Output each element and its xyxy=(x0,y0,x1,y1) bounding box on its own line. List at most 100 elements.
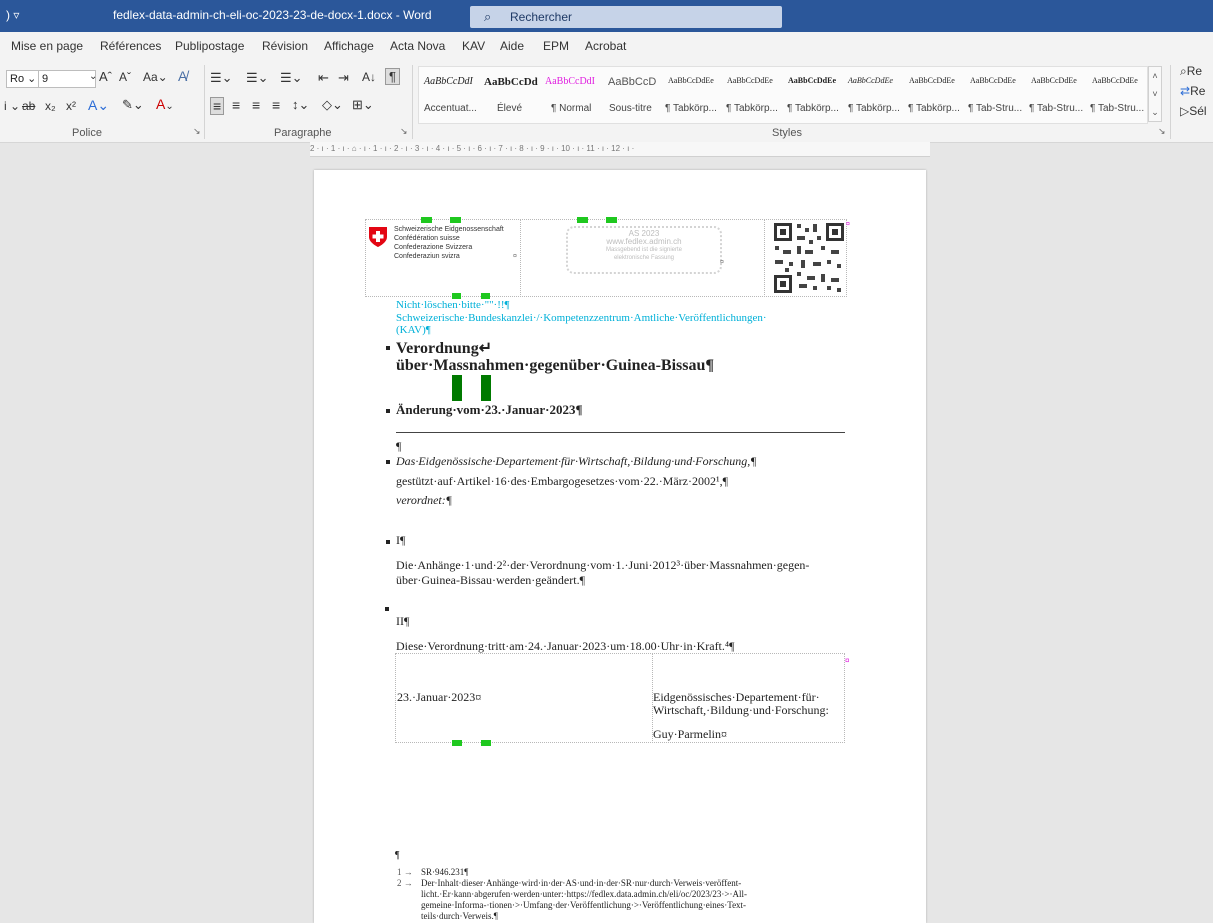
grow-font-icon[interactable]: Aˆ xyxy=(99,69,112,84)
empty-paragraph: ¶ xyxy=(395,850,400,861)
ribbon-separator xyxy=(204,65,205,139)
select-button[interactable]: ▷Sél xyxy=(1180,104,1207,118)
style-name[interactable]: ¶ Tabkörp... xyxy=(848,103,900,114)
horizontal-rule xyxy=(396,432,845,433)
style-name[interactable]: ¶ Tabkörp... xyxy=(908,103,960,114)
confed-name: Schweizerische Eidgenossenschaft xyxy=(394,226,504,233)
horizontal-ruler[interactable]: 2 · ı · 1 · ı · ⌂ · ı · 1 · ı · 2 · ı · … xyxy=(310,142,930,157)
styles-group-label: Styles xyxy=(772,127,802,139)
paragraph-dialog-launcher-icon[interactable]: ↘ xyxy=(400,126,408,137)
find-icon: ⌕ xyxy=(1180,64,1187,78)
italic-menu-icon[interactable]: i ⌄ xyxy=(4,99,20,113)
line-spacing-icon[interactable]: ↕⌄ xyxy=(292,97,309,113)
find-label: Re xyxy=(1186,64,1203,78)
footnote-text: Der·Inhalt·dieser·Anhänge·wird·in·der·AS… xyxy=(421,878,742,888)
style-name[interactable]: ¶ Tab-Stru... xyxy=(968,103,1022,114)
style-name[interactable]: ¶ Tabkörp... xyxy=(726,103,778,114)
menu-affichage[interactable]: Affichage xyxy=(324,39,374,53)
show-formatting-marks-icon[interactable]: ¶ xyxy=(385,68,400,85)
clear-format-icon[interactable]: A̸ xyxy=(178,68,187,84)
style-sample[interactable]: AaBbCcDdEe xyxy=(1031,76,1077,85)
justify-icon[interactable]: ≡ xyxy=(272,97,280,113)
style-sample[interactable]: AaBbCcDdEe xyxy=(848,76,893,85)
style-sample[interactable]: AaBbCcD xyxy=(608,76,656,88)
paragraph-mark-bullet xyxy=(386,460,390,464)
find-button[interactable]: ⌕Re xyxy=(1180,64,1202,79)
chevron-down-icon[interactable]: ⌄ xyxy=(89,71,97,82)
style-name[interactable]: ¶ Tab-Stru... xyxy=(1090,103,1144,114)
shrink-font-icon[interactable]: Aˇ xyxy=(119,70,131,84)
styles-scroll[interactable]: ˄ ˅ ⌄ xyxy=(1148,66,1162,122)
style-sample[interactable]: AaBbCcDdEe xyxy=(788,76,836,85)
ribbon-separator xyxy=(1170,65,1171,139)
style-sample[interactable]: AaBbCcDdI xyxy=(545,76,595,87)
empty-paragraph: ¶ xyxy=(396,439,402,453)
highlight-icon[interactable]: ✎⌄ xyxy=(122,97,144,113)
notice-line: Nicht·löschen·bitte·""·!!¶ xyxy=(396,299,510,311)
style-name[interactable]: ¶ Tabkörp... xyxy=(787,103,839,114)
menu-acrobat[interactable]: Acrobat xyxy=(585,39,626,53)
font-size-dropdown[interactable]: 9 xyxy=(38,70,96,88)
notice-line: (KAV)¶ xyxy=(396,324,431,336)
align-right-icon[interactable]: ≡ xyxy=(252,97,260,113)
font-dialog-launcher-icon[interactable]: ↘ xyxy=(193,126,201,137)
quick-access-toolbar[interactable]: ) ▿ xyxy=(6,8,19,22)
legal-basis: gestützt·auf·Artikel·16·des·Embargogeset… xyxy=(396,474,729,488)
menu-publipostage[interactable]: Publipostage xyxy=(175,39,244,53)
style-sample[interactable]: AaBbCcDdEe xyxy=(727,76,773,85)
document-title: fedlex-data-admin-ch-eli-oc-2023-23-de-d… xyxy=(113,8,432,22)
search-box[interactable]: ⌕ Rechercher xyxy=(470,6,782,28)
menu-aide[interactable]: Aide xyxy=(500,39,524,53)
styles-dialog-launcher-icon[interactable]: ↘ xyxy=(1158,126,1166,137)
sort-icon[interactable]: A↓ xyxy=(362,70,376,84)
style-sample[interactable]: AaBbCcDdEe xyxy=(1092,76,1138,85)
body-text: über·Guinea-Bissau·werden·geändert.¶ xyxy=(396,573,586,587)
menu-acta-nova[interactable]: Acta Nova xyxy=(390,39,445,53)
green-marker xyxy=(481,740,491,746)
style-sample[interactable]: AaBbCcDdEe xyxy=(909,76,955,85)
style-name[interactable]: ¶ Tabkörp... xyxy=(665,103,717,114)
style-name[interactable]: ¶ Normal xyxy=(551,103,591,114)
style-name[interactable]: Accentuat... xyxy=(424,103,477,114)
confed-name: Confederazione Svizzera xyxy=(394,244,473,251)
green-marker xyxy=(452,740,462,746)
style-name[interactable]: Élevé xyxy=(497,103,522,114)
multilevel-list-icon[interactable]: ☰⌄ xyxy=(280,70,303,86)
increase-indent-icon[interactable]: ⇥ xyxy=(338,70,349,86)
align-left-icon[interactable]: ≡ xyxy=(210,97,225,115)
superscript-icon[interactable]: x² xyxy=(66,99,76,113)
style-name[interactable]: ¶ Tab-Stru... xyxy=(1029,103,1083,114)
decrease-indent-icon[interactable]: ⇤ xyxy=(318,70,329,86)
shading-icon[interactable]: ◇⌄ xyxy=(322,97,343,113)
ribbon-separator xyxy=(412,65,413,139)
strikethrough-icon[interactable]: ab xyxy=(22,99,35,113)
confed-name: Confederaziun svizra xyxy=(394,253,460,260)
replace-button[interactable]: ⇄Re xyxy=(1180,84,1205,98)
ordains: verordnet:¶ xyxy=(396,493,453,507)
menu-epm[interactable]: EPM xyxy=(543,39,569,53)
style-name[interactable]: Sous-titre xyxy=(609,103,652,114)
footnote-text: licht.·Er·kann·abgerufen·werden·unter:·h… xyxy=(421,889,747,899)
menu-kav[interactable]: KAV xyxy=(462,39,485,53)
menu-references[interactable]: Références xyxy=(100,39,161,53)
align-center-icon[interactable]: ≡ xyxy=(232,97,240,113)
bullets-icon[interactable]: ☰⌄ xyxy=(210,70,233,86)
borders-icon[interactable]: ⊞⌄ xyxy=(352,97,374,113)
menu-bar: Mise en page Références Publipostage Rév… xyxy=(0,32,1213,60)
body-text: Diese·Verordnung·tritt·am·24.·Januar·202… xyxy=(396,639,735,653)
menu-mise-en-page[interactable]: Mise en page xyxy=(11,39,83,53)
notice-line: Schweizerische·Bundeskanzlei·/·Kompetenz… xyxy=(396,312,767,324)
font-color-icon[interactable]: A⌄ xyxy=(156,96,174,112)
style-sample[interactable]: AaBbCcDdEe xyxy=(970,76,1016,85)
style-sample[interactable]: AaBbCcDdEe xyxy=(668,76,714,85)
confederation-names: Schweizerische Eidgenossenschaft Confédé… xyxy=(394,225,504,261)
menu-revision[interactable]: Révision xyxy=(262,39,308,53)
table-divider xyxy=(520,219,522,295)
style-sample[interactable]: AaBbCcDdI xyxy=(424,76,473,87)
change-case-icon[interactable]: Aa⌄ xyxy=(143,70,168,84)
numbering-icon[interactable]: ☰⌄ xyxy=(246,70,269,86)
subscript-icon[interactable]: x₂ xyxy=(45,99,56,113)
text-effects-icon[interactable]: A⌄ xyxy=(88,97,109,114)
row-end-mark: ¤ xyxy=(845,656,850,665)
style-sample[interactable]: AaBbCcDd xyxy=(484,76,538,88)
